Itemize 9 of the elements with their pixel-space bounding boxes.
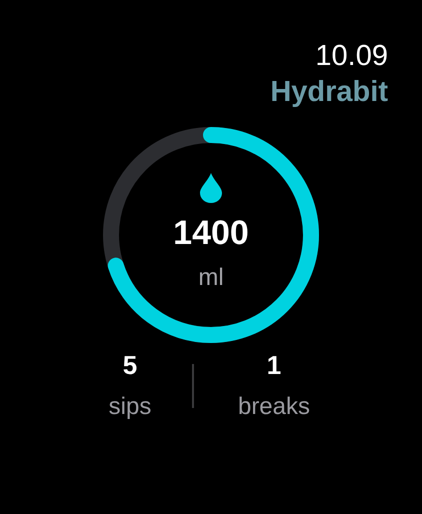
stat-value: 1 bbox=[266, 350, 282, 380]
stat-label: breaks bbox=[238, 392, 310, 422]
app-title: Hydrabit bbox=[270, 75, 388, 110]
stat-label: sips bbox=[108, 392, 152, 422]
water-drop-icon bbox=[200, 173, 222, 203]
intake-amount: 1400 bbox=[173, 213, 249, 253]
time: 10.09 bbox=[315, 40, 388, 72]
stat-value: 5 bbox=[122, 350, 138, 380]
intake-unit: ml bbox=[198, 263, 224, 293]
